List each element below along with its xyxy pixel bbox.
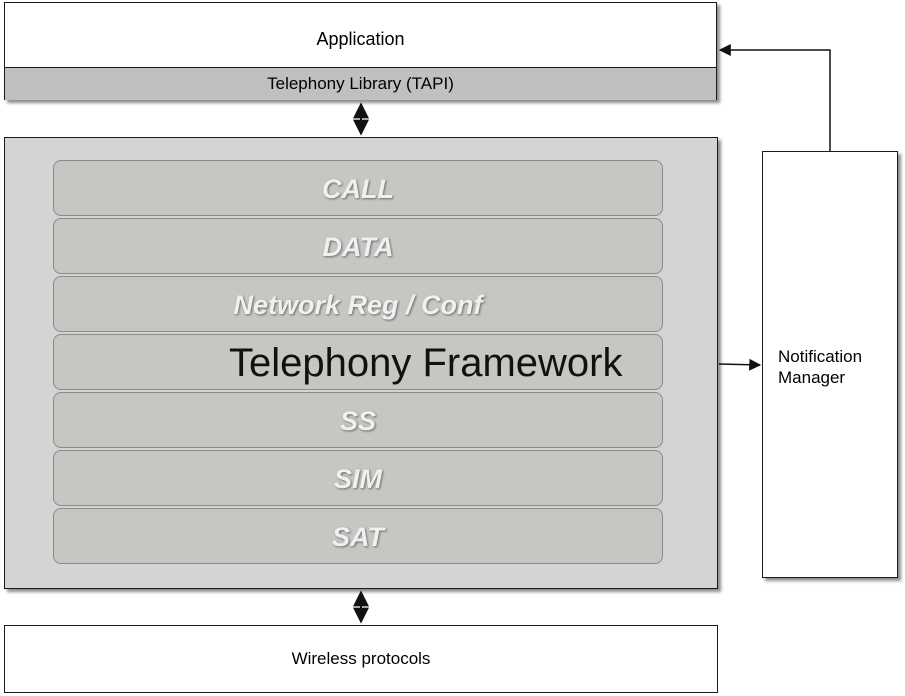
- framework-notification-arrow: [718, 358, 762, 371]
- notification-application-arrow: [718, 44, 831, 151]
- connectors: [353, 44, 831, 624]
